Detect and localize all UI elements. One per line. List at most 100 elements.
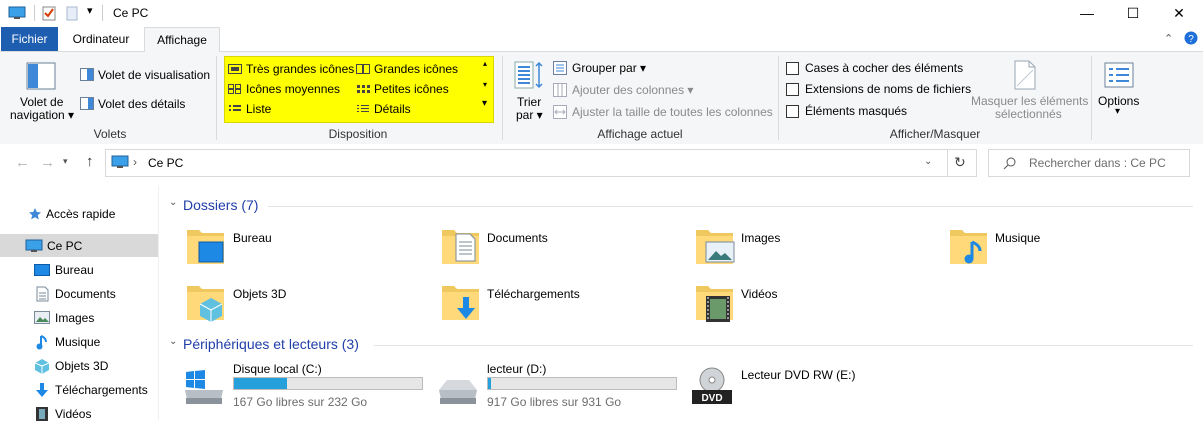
nav-item-telechargements[interactable]: Téléchargements bbox=[0, 378, 158, 401]
small-icons-icon bbox=[357, 85, 370, 93]
computer-icon bbox=[111, 155, 129, 168]
search-input[interactable]: Rechercher dans : Ce PC bbox=[1029, 156, 1166, 170]
star-icon bbox=[29, 208, 41, 220]
drive-usage-fill bbox=[234, 378, 287, 389]
masquer-elements-line2[interactable]: sélectionnés bbox=[995, 107, 1062, 121]
new-folder-icon[interactable] bbox=[66, 5, 78, 21]
section-header-dossiers[interactable]: Dossiers (7) bbox=[183, 197, 258, 213]
volet-details-button[interactable]: Volet des détails bbox=[98, 97, 185, 111]
size-columns-icon bbox=[553, 105, 567, 119]
nav-item-bureau[interactable]: Bureau bbox=[0, 258, 158, 281]
extra-large-icons-icon bbox=[228, 64, 242, 74]
folder-tile-telechargements[interactable]: Téléchargements bbox=[440, 280, 680, 328]
grouper-par-button[interactable]: Grouper par ▾ bbox=[572, 61, 646, 75]
path-separator[interactable]: › bbox=[133, 155, 137, 169]
refresh-icon[interactable]: ↻ bbox=[954, 154, 966, 171]
recent-locations-icon[interactable]: ▾ bbox=[63, 156, 68, 167]
folder-tile-bureau[interactable]: Bureau bbox=[185, 224, 425, 272]
qat-divider-2 bbox=[102, 5, 103, 21]
drive-tile-d[interactable]: lecteur (D:) 917 Go libres sur 931 Go bbox=[436, 362, 681, 412]
large-icons-icon bbox=[356, 64, 370, 74]
content-pane: ⌄ Dossiers (7) Bureau Documents Images M… bbox=[160, 186, 1203, 420]
nav-label: Objets 3D bbox=[55, 359, 109, 373]
nav-item-images[interactable]: Images bbox=[0, 306, 158, 329]
up-arrow-icon[interactable]: ↑ bbox=[86, 153, 94, 170]
preview-pane-icon bbox=[80, 68, 94, 81]
svg-text:?: ? bbox=[1188, 34, 1194, 45]
group-separator bbox=[778, 56, 779, 140]
collapse-ribbon-icon[interactable]: ⌃ bbox=[1164, 32, 1173, 45]
nav-item-videos[interactable]: Vidéos bbox=[0, 402, 158, 425]
navigation-pane: Accès rapide Ce PC Bureau Documents Imag… bbox=[0, 186, 160, 421]
folder-tile-objets-3d[interactable]: Objets 3D bbox=[185, 280, 425, 328]
back-arrow-icon[interactable]: ← bbox=[15, 154, 30, 171]
nav-item-acces-rapide[interactable]: Accès rapide bbox=[0, 202, 158, 225]
folder-tile-images[interactable]: Images bbox=[694, 224, 934, 272]
layout-details[interactable]: Détails bbox=[374, 102, 411, 116]
folder-label: Vidéos bbox=[741, 287, 778, 301]
section-header-peripheriques[interactable]: Périphériques et lecteurs (3) bbox=[183, 336, 359, 352]
nav-item-documents[interactable]: Documents bbox=[0, 282, 158, 305]
drive-usage-bar bbox=[233, 377, 423, 390]
tab-ordinateur[interactable]: Ordinateur bbox=[60, 27, 142, 51]
masquer-elements-line1[interactable]: Masquer les éléments bbox=[971, 94, 1088, 108]
folder-tile-documents[interactable]: Documents bbox=[440, 224, 680, 272]
layout-liste[interactable]: Liste bbox=[246, 102, 271, 116]
group-separator bbox=[502, 56, 503, 140]
path-segment-ce-pc[interactable]: Ce PC bbox=[148, 156, 183, 170]
qat-dropdown-icon[interactable]: ▾ bbox=[87, 4, 93, 17]
elements-masques-label[interactable]: Éléments masqués bbox=[805, 104, 907, 118]
checkbox-elements-masques[interactable] bbox=[786, 105, 799, 118]
path-dropdown-icon[interactable]: ⌄ bbox=[924, 156, 932, 167]
help-icon[interactable]: ? bbox=[1184, 31, 1198, 45]
forward-arrow-icon[interactable]: → bbox=[40, 154, 55, 171]
checkbox-cases-a-cocher[interactable] bbox=[786, 62, 799, 75]
volet-navigation-button[interactable]: navigation ▾ bbox=[10, 108, 74, 122]
nav-label: Images bbox=[55, 311, 95, 325]
close-button[interactable]: ✕ bbox=[1156, 0, 1202, 26]
drive-tile-e[interactable]: DVD Lecteur DVD RW (E:) bbox=[690, 362, 935, 412]
collapse-chevron-icon[interactable]: ⌄ bbox=[169, 336, 177, 347]
nav-item-objets-3d[interactable]: Objets 3D bbox=[0, 354, 158, 377]
volet-navigation-line1[interactable]: Volet de bbox=[20, 95, 63, 109]
collapse-chevron-icon[interactable]: ⌄ bbox=[169, 197, 177, 208]
volet-visualisation-button[interactable]: Volet de visualisation bbox=[98, 68, 210, 82]
tab-affichage[interactable]: Affichage bbox=[144, 27, 220, 53]
properties-icon[interactable] bbox=[42, 5, 56, 21]
3d-objects-folder-icon bbox=[187, 286, 224, 322]
folder-tile-musique[interactable]: Musique bbox=[948, 224, 1188, 272]
nav-item-musique[interactable]: Musique bbox=[0, 330, 158, 353]
gallery-more-icon[interactable]: ▾ bbox=[482, 98, 487, 109]
search-icon bbox=[1003, 157, 1016, 170]
scroll-up-icon[interactable]: ▴ bbox=[483, 59, 487, 68]
trier-par-line1[interactable]: Trier bbox=[517, 95, 541, 109]
trier-par-button[interactable]: par ▾ bbox=[516, 108, 543, 122]
ajuster-colonnes-button[interactable]: Ajuster la taille de toutes les colonnes bbox=[572, 105, 773, 119]
search-box[interactable]: Rechercher dans : Ce PC bbox=[988, 149, 1190, 177]
download-icon bbox=[36, 383, 48, 397]
path-box[interactable]: › Ce PC ⌄ ↻ bbox=[105, 149, 977, 177]
computer-icon bbox=[25, 239, 43, 252]
layout-icones-moyennes[interactable]: Icônes moyennes bbox=[246, 82, 340, 96]
tab-fichier[interactable]: Fichier bbox=[1, 27, 58, 51]
ribbon-tabs: Fichier Ordinateur Affichage ⌃ ? bbox=[0, 27, 1203, 53]
layout-petites-icones[interactable]: Petites icônes bbox=[374, 82, 449, 96]
navigation-pane-icon bbox=[26, 62, 56, 90]
nav-item-ce-pc[interactable]: Ce PC bbox=[0, 234, 158, 257]
drive-tile-c[interactable]: Disque local (C:) 167 Go libres sur 232 … bbox=[182, 362, 427, 412]
add-columns-icon bbox=[553, 83, 567, 97]
layout-tres-grandes-icones[interactable]: Très grandes icônes bbox=[246, 62, 354, 76]
minimize-button[interactable]: — bbox=[1064, 0, 1110, 26]
checkbox-extensions[interactable] bbox=[786, 83, 799, 96]
cases-a-cocher-label[interactable]: Cases à cocher des éléments bbox=[805, 61, 963, 75]
folder-tile-videos[interactable]: Vidéos bbox=[694, 280, 934, 328]
ajouter-colonnes-button[interactable]: Ajouter des colonnes ▾ bbox=[572, 83, 693, 97]
music-icon bbox=[36, 335, 47, 350]
extensions-label[interactable]: Extensions de noms de fichiers bbox=[805, 82, 971, 96]
maximize-button[interactable]: ☐ bbox=[1110, 0, 1156, 26]
pane-divider bbox=[158, 186, 159, 420]
options-dropdown-icon[interactable]: ▾ bbox=[1115, 106, 1120, 117]
drive-name: Lecteur DVD RW (E:) bbox=[741, 368, 856, 382]
layout-grandes-icones[interactable]: Grandes icônes bbox=[374, 62, 458, 76]
scroll-down-icon[interactable]: ▾ bbox=[483, 80, 487, 89]
